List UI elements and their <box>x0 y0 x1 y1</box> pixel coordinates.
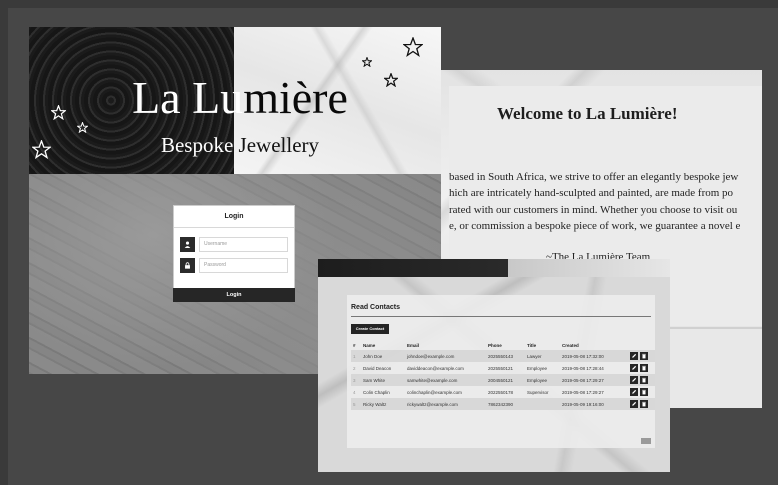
brand-title-left: La Lu <box>132 72 244 123</box>
cell-email: daviddeacon@example.com <box>407 365 464 371</box>
cell-created: 2019-05-08 17:29:27 <box>562 389 604 395</box>
welcome-paragraph: based in South Africa, we strive to offe… <box>449 169 740 234</box>
column-header: # <box>353 342 356 348</box>
brand-subtitle: Bespoke Jewellery <box>29 133 441 158</box>
star-icon <box>51 105 66 120</box>
table-row: 3 Sam White samwhite@example.com 2004550… <box>351 374 655 386</box>
password-row: Password <box>180 258 288 273</box>
cell-id: 1 <box>351 350 361 362</box>
trash-icon[interactable] <box>640 352 648 360</box>
edit-icon[interactable] <box>630 388 638 396</box>
cell-title: Employee <box>527 365 548 371</box>
username-row: Username <box>180 237 288 252</box>
user-icon <box>180 237 195 252</box>
brand-title: La Lumière <box>29 71 441 124</box>
welcome-line: rated with our customers in mind. Whethe… <box>449 203 738 216</box>
column-header: Phone <box>488 342 502 348</box>
star-icon <box>77 122 88 133</box>
cell-id: 5 <box>351 398 361 410</box>
cell-actions <box>628 350 655 362</box>
cell-title: Lawyer <box>525 350 560 362</box>
column-header: Name <box>363 342 376 348</box>
cell-created: 2019-05-09 19:16:00 <box>560 398 628 410</box>
cell-name: John Doe <box>361 350 405 362</box>
divider <box>351 316 651 317</box>
welcome-line: based in South Africa, we strive to offe… <box>449 171 739 183</box>
cell-actions <box>628 362 655 374</box>
table-row: 1 John Doe johndoe@example.com 202555014… <box>351 350 655 362</box>
cell-phone: 7862342390 <box>486 398 525 410</box>
cell-phone: 2025550121 <box>488 365 514 371</box>
cell-actions <box>628 398 655 410</box>
welcome-line: hich are intricately hand-sculpted and p… <box>449 187 734 200</box>
contacts-header-bar <box>318 259 670 277</box>
cell-phone: 2022550178 <box>488 389 514 395</box>
star-icon <box>403 37 423 57</box>
cell-created: 2019-05-08 17:28:44 <box>562 365 604 371</box>
star-icon <box>384 73 398 87</box>
cell-id: 3 <box>351 374 361 386</box>
cell-email: johndoe@example.com <box>405 350 486 362</box>
contacts-title: Read Contacts <box>351 304 401 311</box>
create-contact-button[interactable]: Create Contact <box>351 324 389 334</box>
pagination-next-button[interactable] <box>641 438 651 444</box>
trash-icon[interactable] <box>640 400 648 408</box>
login-card: Login Username Password Login <box>173 205 295 302</box>
star-icon <box>32 140 51 159</box>
cell-phone: 2004550121 <box>486 374 525 386</box>
cell-phone: 2025550143 <box>486 350 525 362</box>
contacts-table: # Name Email Phone Title Created 1 John … <box>351 340 655 410</box>
login-title: Login <box>174 206 294 228</box>
cell-name: Sam White <box>361 374 405 386</box>
login-button[interactable]: Login <box>173 288 295 302</box>
table-header-row: # Name Email Phone Title Created <box>351 340 655 350</box>
cell-name: Ricky Waltz <box>361 398 405 410</box>
star-icon <box>362 57 372 67</box>
hero-banner: La Lumière Bespoke Jewellery <box>29 27 441 174</box>
trash-icon[interactable] <box>640 364 648 372</box>
column-header: Created <box>562 342 579 348</box>
brand-subtitle-right: Jewellery <box>238 133 320 157</box>
brand-title-right: mière <box>243 72 348 123</box>
password-input[interactable]: Password <box>199 258 288 273</box>
cell-actions <box>628 386 655 398</box>
username-input[interactable]: Username <box>199 237 288 252</box>
lock-icon <box>180 258 195 273</box>
frame-left <box>0 0 8 485</box>
table-row: 4 Colin Chaplin colinchaplin@example.com… <box>351 386 655 398</box>
cell-name: David Deacon <box>363 365 392 371</box>
contacts-page-screenshot: Read Contacts Create Contact # Name Emai… <box>318 259 670 472</box>
welcome-line: e, or commission a bespoke piece of work… <box>449 219 741 232</box>
column-header-actions <box>628 340 655 350</box>
cell-email: colinchaplin@example.com <box>407 389 462 395</box>
brand-subtitle-left: Bespoke <box>160 133 239 157</box>
table-row: 2 David Deacon daviddeacon@example.com 2… <box>351 362 655 374</box>
column-header: Title <box>527 342 537 348</box>
cell-email: rickywaltz@example.com <box>405 398 486 410</box>
trash-icon[interactable] <box>640 376 648 384</box>
cell-created: 2019-05-08 17:29:27 <box>560 374 628 386</box>
cell-title: Employee <box>525 374 560 386</box>
cell-email: samwhite@example.com <box>405 374 486 386</box>
frame-top <box>0 0 778 8</box>
cell-actions <box>628 374 655 386</box>
cell-title <box>525 398 560 410</box>
edit-icon[interactable] <box>630 352 638 360</box>
cell-name: Colin Chaplin <box>363 389 390 395</box>
cell-id: 2 <box>353 365 356 371</box>
cell-created: 2019-05-08 17:32:00 <box>560 350 628 362</box>
table-row: 5 Ricky Waltz rickywaltz@example.com 786… <box>351 398 655 410</box>
edit-icon[interactable] <box>630 376 638 384</box>
edit-icon[interactable] <box>630 400 638 408</box>
contacts-card: Read Contacts Create Contact # Name Emai… <box>347 295 655 448</box>
edit-icon[interactable] <box>630 364 638 372</box>
welcome-title: Welcome to La Lumière! <box>497 104 678 123</box>
trash-icon[interactable] <box>640 388 648 396</box>
cell-title: Supervisor <box>527 389 549 395</box>
column-header: Email <box>407 342 420 348</box>
cell-id: 4 <box>353 389 356 395</box>
